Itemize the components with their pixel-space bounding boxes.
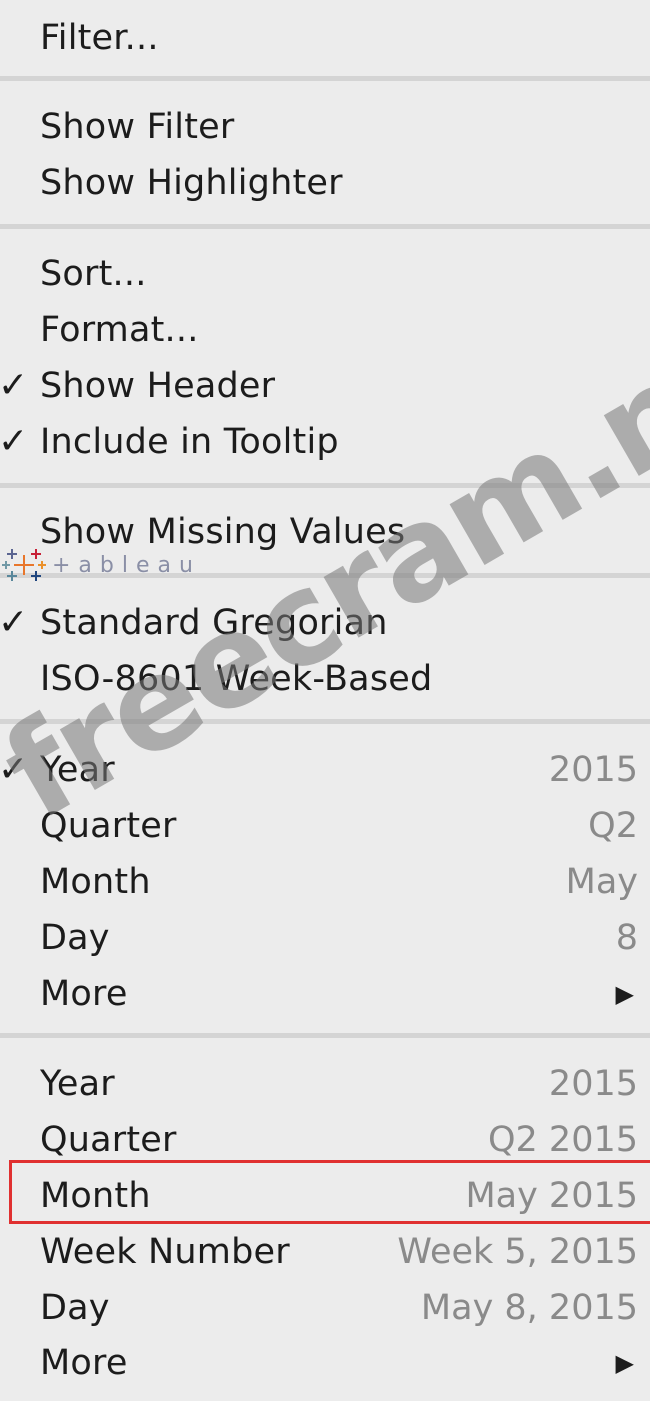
menu-item-label: Show Filter xyxy=(40,107,235,147)
checkmark-icon: ✓ xyxy=(0,602,29,643)
checkmark-icon: ✓ xyxy=(0,365,29,406)
menu-item-show-filter[interactable]: Show Filter xyxy=(0,99,650,155)
menu-item-label: Show Header xyxy=(40,366,276,406)
menu-item-iso-week-based[interactable]: ISO-8601 Week-Based xyxy=(0,651,650,707)
menu-item-continuous-more[interactable]: More ▶ xyxy=(0,1335,650,1391)
menu-item-continuous-day[interactable]: Day May 8, 2015 xyxy=(0,1280,650,1336)
menu-item-continuous-quarter[interactable]: Quarter Q2 2015 xyxy=(0,1112,650,1168)
menu-separator xyxy=(0,224,650,229)
menu-item-value: May 2015 xyxy=(465,1176,638,1216)
menu-item-label: Day xyxy=(40,1288,110,1328)
menu-item-value: Q2 xyxy=(588,806,638,846)
checkmark-icon: ✓ xyxy=(0,749,29,790)
menu-item-discrete-quarter[interactable]: Quarter Q2 xyxy=(0,798,650,854)
menu-item-label: Show Highlighter xyxy=(40,163,343,203)
menu-item-label: Show Missing Values xyxy=(40,512,406,552)
menu-item-show-highlighter[interactable]: Show Highlighter xyxy=(0,155,650,211)
menu-item-show-header[interactable]: ✓ Show Header xyxy=(0,358,650,414)
submenu-arrow-icon: ▶ xyxy=(615,1349,634,1377)
menu-item-sort[interactable]: Sort... xyxy=(0,246,650,302)
menu-item-value: 2015 xyxy=(548,1064,638,1104)
menu-item-continuous-week-number[interactable]: Week Number Week 5, 2015 xyxy=(0,1224,650,1280)
menu-item-value: May 8, 2015 xyxy=(420,1288,638,1328)
menu-item-label: Week Number xyxy=(40,1232,290,1272)
menu-item-show-missing-values[interactable]: Show Missing Values xyxy=(0,504,650,560)
menu-item-label: Quarter xyxy=(40,1120,177,1160)
menu-separator xyxy=(0,483,650,488)
menu-item-filter[interactable]: Filter... xyxy=(0,10,650,66)
menu-item-discrete-month[interactable]: Month May xyxy=(0,854,650,910)
checkmark-icon: ✓ xyxy=(0,421,29,462)
menu-separator xyxy=(0,573,650,578)
menu-item-value: Week 5, 2015 xyxy=(397,1232,638,1272)
menu-item-label: Format... xyxy=(40,310,199,350)
menu-item-include-in-tooltip[interactable]: ✓ Include in Tooltip xyxy=(0,414,650,470)
menu-item-label: Filter... xyxy=(40,18,159,58)
menu-item-label: Standard Gregorian xyxy=(40,603,388,643)
menu-item-label: Month xyxy=(40,1176,151,1216)
menu-item-discrete-year[interactable]: ✓ Year 2015 xyxy=(0,742,650,798)
menu-item-label: Month xyxy=(40,862,151,902)
menu-item-label: ISO-8601 Week-Based xyxy=(40,659,433,699)
menu-item-label: More xyxy=(40,974,128,1014)
menu-item-label: Quarter xyxy=(40,806,177,846)
menu-item-label: Sort... xyxy=(40,254,147,294)
menu-item-format[interactable]: Format... xyxy=(0,302,650,358)
menu-item-label: More xyxy=(40,1343,128,1383)
menu-item-label: Include in Tooltip xyxy=(40,422,339,462)
context-menu: Filter... Show Filter Show Highlighter S… xyxy=(0,0,650,1401)
menu-item-label: Year xyxy=(40,750,115,790)
menu-item-label: Year xyxy=(40,1064,115,1104)
menu-item-continuous-month[interactable]: Month May 2015 xyxy=(0,1168,650,1224)
menu-item-discrete-more[interactable]: More ▶ xyxy=(0,966,650,1022)
menu-item-value: 8 xyxy=(615,918,638,958)
submenu-arrow-icon: ▶ xyxy=(615,980,634,1008)
menu-item-value: Q2 2015 xyxy=(487,1120,638,1160)
menu-item-discrete-day[interactable]: Day 8 xyxy=(0,910,650,966)
menu-separator xyxy=(0,76,650,81)
menu-separator xyxy=(0,719,650,724)
menu-item-label: Day xyxy=(40,918,110,958)
menu-item-value: 2015 xyxy=(548,750,638,790)
menu-separator xyxy=(0,1033,650,1038)
menu-item-continuous-year[interactable]: Year 2015 xyxy=(0,1056,650,1112)
menu-item-standard-gregorian[interactable]: ✓ Standard Gregorian xyxy=(0,595,650,651)
menu-item-value: May xyxy=(565,862,638,902)
